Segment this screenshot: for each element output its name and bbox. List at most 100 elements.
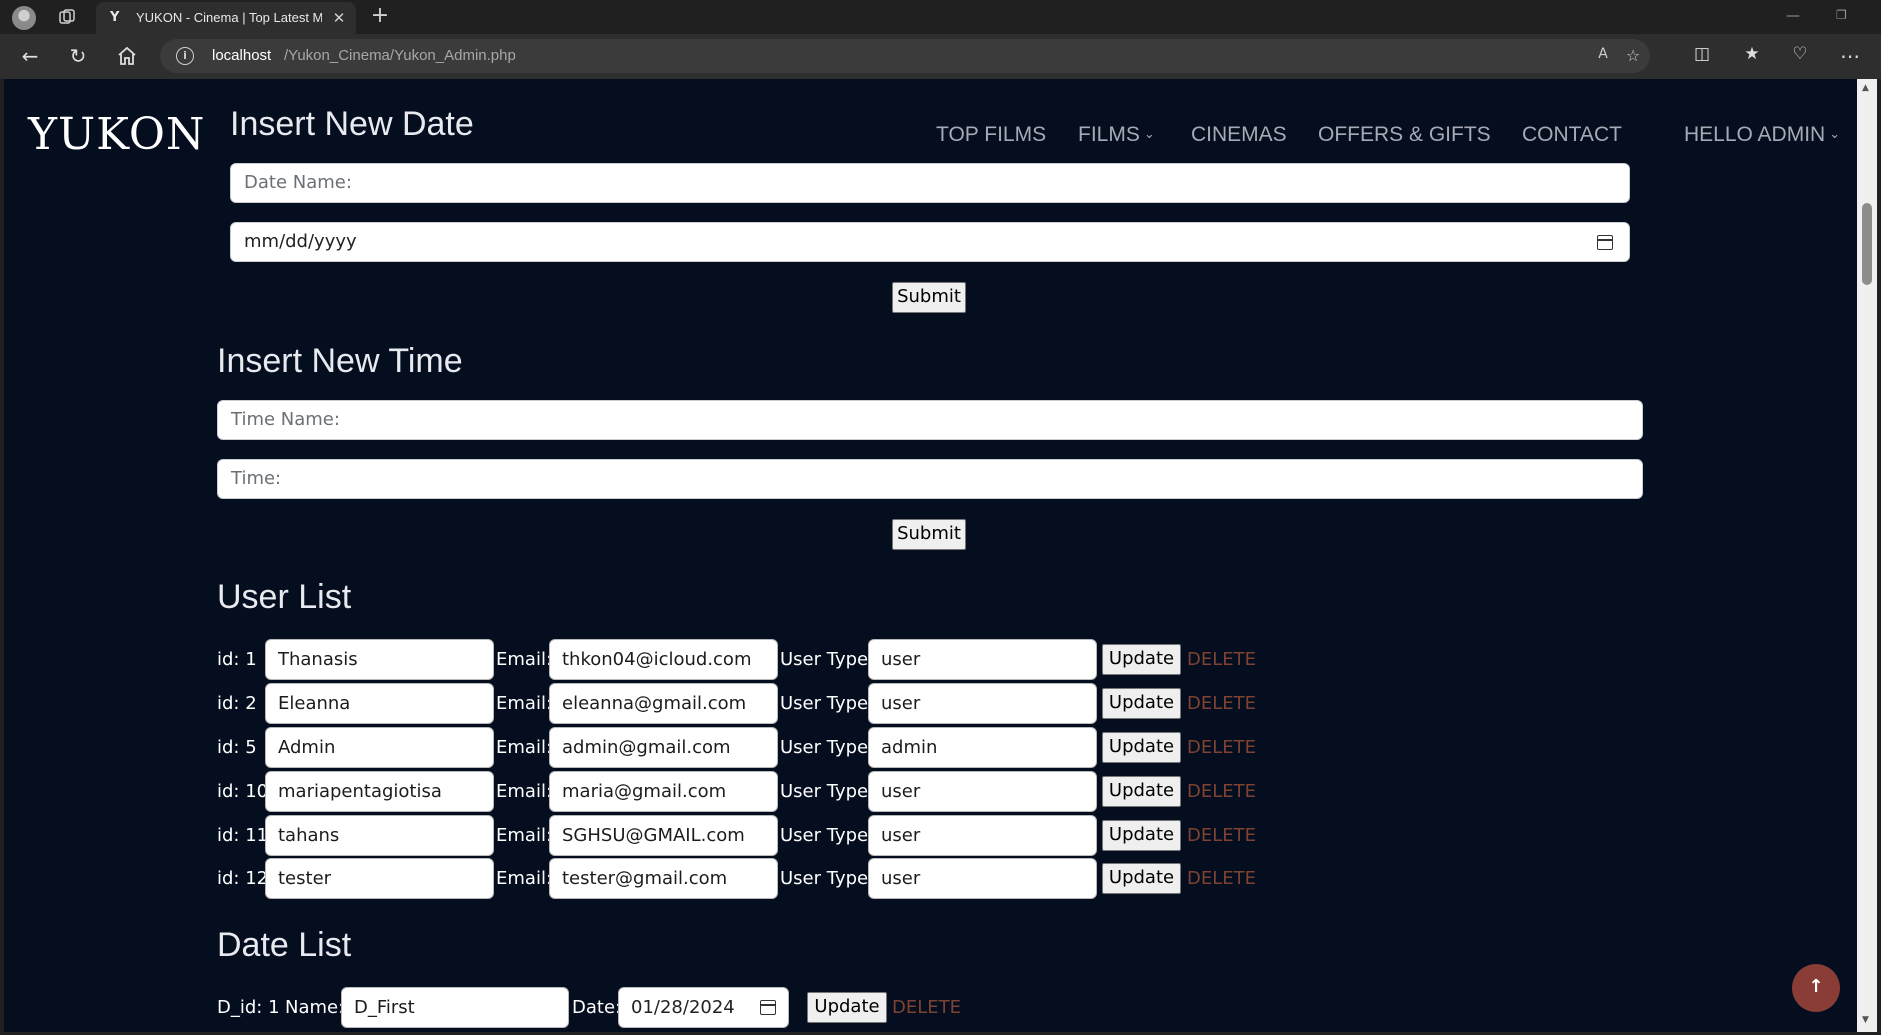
user-name-field[interactable]: Eleanna — [265, 683, 494, 724]
time-name-input[interactable]: Time Name: — [217, 400, 1643, 440]
date-picker-input[interactable]: mm/dd/yyyy — [230, 222, 1630, 262]
user-id-label: id: 5 — [217, 737, 257, 758]
user-update-button[interactable]: Update — [1102, 776, 1181, 807]
insert-time-heading: Insert New Time — [217, 342, 463, 380]
workspaces-icon[interactable] — [58, 8, 76, 26]
user-name-field[interactable]: Thanasis — [265, 639, 494, 680]
user-type-field[interactable]: user — [868, 815, 1097, 856]
calendar-icon[interactable] — [760, 1000, 776, 1015]
address-bar[interactable]: i localhost /Yukon_Cinema/Yukon_Admin.ph… — [160, 39, 1650, 73]
user-type-field[interactable]: user — [868, 858, 1097, 899]
insert-date-heading: Insert New Date — [230, 105, 474, 143]
user-type-label: User Type: — [780, 868, 875, 889]
nav-offers-gifts[interactable]: OFFERS & GIFTS — [1318, 123, 1491, 147]
date-placeholder: mm/dd/yyyy — [244, 231, 357, 252]
site-info-icon[interactable]: i — [176, 47, 194, 65]
home-icon[interactable] — [116, 45, 138, 67]
browser-toolbar: ← ↻ i localhost /Yukon_Cinema/Yukon_Admi… — [0, 34, 1881, 79]
profile-avatar[interactable] — [12, 6, 36, 30]
date-name-field[interactable]: D_First — [341, 987, 569, 1028]
nav-films-label: FILMS — [1078, 123, 1140, 146]
user-id-label: id: 1 — [217, 649, 257, 670]
submit-time-button[interactable]: Submit — [892, 519, 966, 550]
nav-cinemas[interactable]: CINEMAS — [1191, 123, 1287, 147]
user-email-field[interactable]: SGHSU@GMAIL.com — [549, 815, 778, 856]
user-email-field[interactable]: eleanna@gmail.com — [549, 683, 778, 724]
nav-top-films[interactable]: TOP FILMS — [936, 123, 1046, 147]
scrollbar-thumb[interactable] — [1862, 203, 1872, 285]
browser-essentials-icon[interactable]: ♡ — [1788, 44, 1812, 68]
user-type-field[interactable]: user — [868, 639, 1097, 680]
nav-films[interactable]: FILMS ⌄ — [1078, 123, 1155, 147]
user-delete-link[interactable]: DELETE — [1187, 683, 1256, 724]
tab-close-icon[interactable]: ✕ — [330, 9, 348, 27]
split-screen-icon[interactable]: ◫ — [1690, 44, 1714, 68]
user-delete-link[interactable]: DELETE — [1187, 639, 1256, 680]
favorite-star-icon[interactable]: ☆ — [1622, 46, 1644, 68]
user-email-field[interactable]: tester@gmail.com — [549, 858, 778, 899]
site-logo[interactable]: YUKON — [28, 109, 205, 160]
user-update-button[interactable]: Update — [1102, 863, 1181, 894]
arrow-up-icon: ↑ — [1808, 976, 1824, 997]
user-email-field[interactable]: admin@gmail.com — [549, 727, 778, 768]
user-delete-link[interactable]: DELETE — [1187, 858, 1256, 899]
time-input[interactable]: Time: — [217, 459, 1643, 499]
user-name-field[interactable]: tahans — [265, 815, 494, 856]
user-email-field[interactable]: thkon04@icloud.com — [549, 639, 778, 680]
page-viewport: YUKON TOP FILMS FILMS ⌄ CINEMAS OFFERS & … — [4, 79, 1857, 1032]
user-update-button[interactable]: Update — [1102, 820, 1181, 851]
scroll-down-arrow-icon[interactable]: ▼ — [1862, 1015, 1869, 1025]
date-id-label: D_id: 1 — [217, 997, 280, 1018]
user-update-button[interactable]: Update — [1102, 688, 1181, 719]
user-delete-link[interactable]: DELETE — [1187, 727, 1256, 768]
user-list-heading: User List — [217, 578, 352, 616]
user-name-field[interactable]: Admin — [265, 727, 494, 768]
minimize-icon[interactable]: — — [1786, 8, 1804, 26]
user-type-label: User Type: — [780, 649, 875, 670]
date-delete-link[interactable]: DELETE — [892, 987, 961, 1028]
nav-account-menu[interactable]: HELLO ADMIN ⌄ — [1684, 123, 1840, 147]
scroll-to-top-button[interactable]: ↑ — [1792, 964, 1840, 1012]
new-tab-icon[interactable]: + — [368, 5, 392, 29]
user-type-field[interactable]: user — [868, 683, 1097, 724]
read-aloud-icon[interactable]: A — [1592, 46, 1614, 68]
user-type-field[interactable]: user — [868, 771, 1097, 812]
back-arrow-icon[interactable]: ← — [18, 44, 42, 68]
user-name-field[interactable]: tester — [265, 858, 494, 899]
user-type-label: User Type: — [780, 825, 875, 846]
user-email-label: Email: — [496, 781, 553, 802]
date-label: Date: — [572, 997, 622, 1018]
user-email-label: Email: — [496, 693, 553, 714]
calendar-icon[interactable] — [1597, 235, 1613, 250]
user-delete-link[interactable]: DELETE — [1187, 771, 1256, 812]
user-update-button[interactable]: Update — [1102, 644, 1181, 675]
user-delete-link[interactable]: DELETE — [1187, 815, 1256, 856]
user-id-label: id: 2 — [217, 693, 257, 714]
more-menu-icon[interactable]: ⋯ — [1838, 44, 1862, 68]
page-scrollbar[interactable]: ▲ ▼ — [1857, 79, 1877, 1032]
nav-contact[interactable]: CONTACT — [1522, 123, 1622, 147]
site-favicon-icon: Y — [110, 10, 120, 25]
user-email-field[interactable]: maria@gmail.com — [549, 771, 778, 812]
user-id-label: id: 10 — [217, 781, 269, 802]
user-email-label: Email: — [496, 868, 553, 889]
user-id-label: id: 11 — [217, 825, 269, 846]
restore-icon[interactable]: ❐ — [1836, 8, 1854, 26]
browser-tab-active[interactable]: Y YUKON - Cinema | Top Latest Movies ✕ — [96, 2, 356, 34]
date-name-input[interactable]: Date Name: — [230, 163, 1630, 203]
user-type-field[interactable]: admin — [868, 727, 1097, 768]
user-email-label: Email: — [496, 825, 553, 846]
submit-date-button[interactable]: Submit — [892, 282, 966, 313]
chevron-down-icon: ⌄ — [1829, 126, 1841, 141]
date-list-heading: Date List — [217, 926, 352, 964]
favorites-icon[interactable]: ★ — [1740, 44, 1764, 68]
scroll-up-arrow-icon[interactable]: ▲ — [1862, 83, 1869, 93]
date-value-field[interactable]: 01/28/2024 — [618, 987, 789, 1028]
user-id-label: id: 12 — [217, 868, 269, 889]
user-name-field[interactable]: mariapentagiotisa — [265, 771, 494, 812]
date-update-button[interactable]: Update — [807, 992, 887, 1023]
refresh-icon[interactable]: ↻ — [66, 44, 90, 68]
user-update-button[interactable]: Update — [1102, 732, 1181, 763]
user-email-label: Email: — [496, 649, 553, 670]
user-type-label: User Type: — [780, 693, 875, 714]
